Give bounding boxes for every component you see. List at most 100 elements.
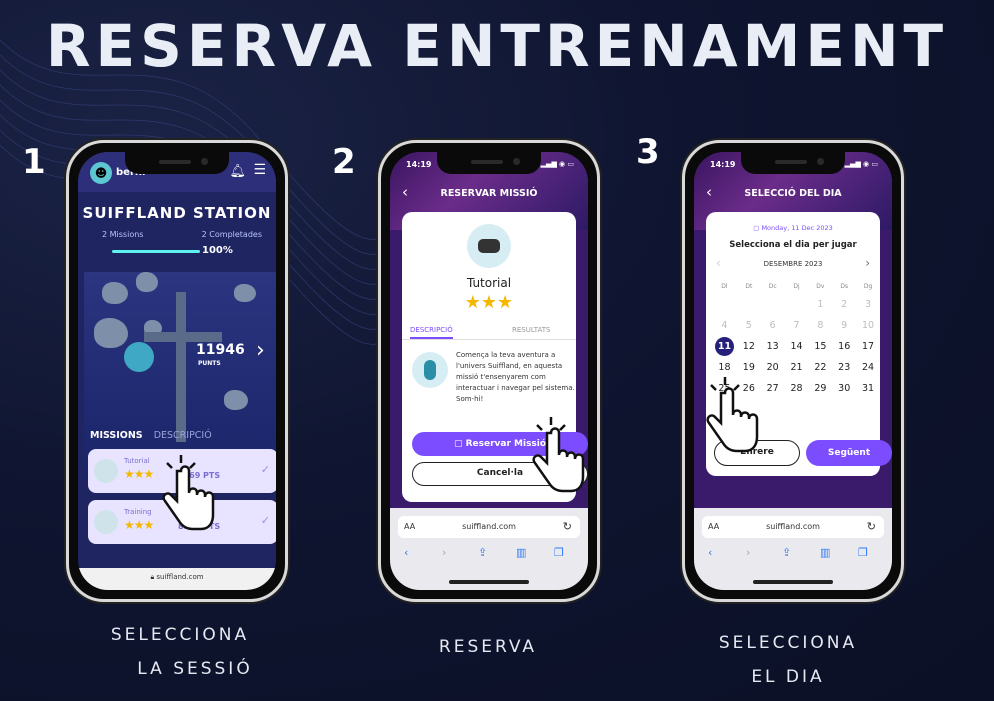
calendar-day[interactable]: 10 xyxy=(856,315,880,336)
phone-1: ☻ berni 🔔︎ ☰ SUIFFLAND STATION 2 Mission… xyxy=(66,140,288,602)
status-icons: ▂▄▆ ◉ ▭ xyxy=(844,160,878,168)
mission-title: Tutorial xyxy=(466,276,512,290)
pointer-hand-icon xyxy=(162,455,215,531)
calendar-day[interactable]: 31 xyxy=(856,378,880,399)
reload-icon[interactable]: ↻ xyxy=(563,520,572,533)
tab-missions[interactable]: MISSIONS xyxy=(90,430,143,441)
bell-icon[interactable]: 🔔︎ xyxy=(229,164,246,179)
runner-icon xyxy=(94,510,118,534)
calendar-day[interactable]: 14 xyxy=(785,336,809,357)
tabs-icon[interactable]: ❐ xyxy=(858,546,868,559)
calendar-day[interactable]: 3 xyxy=(856,294,880,315)
mission-description: Comença la teva aventura a l'univers Sui… xyxy=(456,351,575,403)
calendar-day[interactable]: 20 xyxy=(761,357,785,378)
address-bar[interactable]: AA suiffland.com ↻ xyxy=(398,516,580,538)
calendar-day[interactable]: 30 xyxy=(832,378,856,399)
tab-results[interactable]: RESULTATS xyxy=(512,326,551,334)
calendar-day[interactable]: 15 xyxy=(808,336,832,357)
completed-count: 2 Completades xyxy=(201,230,262,239)
user-avatar[interactable]: ☻ xyxy=(90,162,112,184)
selected-date-text: Monday, 11 Dec 2023 xyxy=(761,224,833,232)
tabs-icon[interactable]: ❐ xyxy=(554,546,564,559)
pointer-hand-icon xyxy=(706,377,759,453)
url-bar[interactable]: 🔒︎ suiffland.com xyxy=(78,568,276,590)
step-number-3: 3 xyxy=(636,132,660,172)
url-text: suiffland.com xyxy=(766,522,820,531)
asteroid xyxy=(94,318,128,348)
step-1-caption: SELECCIONA LA SESSIÓ xyxy=(80,618,280,686)
calendar-day[interactable]: 2 xyxy=(832,294,856,315)
phone-3: 14:19 ▂▄▆ ◉ ▭ ‹ SELECCIÓ DEL DIA ▢ Monda… xyxy=(682,140,904,602)
check-icon: ✓ xyxy=(260,463,270,476)
calendar-day[interactable]: 5 xyxy=(737,315,761,336)
selected-date: ▢ Monday, 11 Dec 2023 xyxy=(753,224,833,232)
poster: RESERVA ENTRENAMENT 1 2 3 ☻ berni 🔔︎ ☰ S… xyxy=(0,0,994,701)
mission-name: Tutorial xyxy=(124,457,150,465)
tab-description[interactable]: DESCRIPCIÓ xyxy=(154,430,212,441)
caption-line: LA SESSIÓ xyxy=(137,659,253,679)
calendar-day[interactable]: 11 xyxy=(712,336,737,357)
calendar-month: DESEMBRE 2023 xyxy=(763,260,823,268)
calendar-day[interactable]: 1 xyxy=(808,294,832,315)
next-button[interactable]: Següent xyxy=(806,440,892,466)
calendar-day[interactable]: 8 xyxy=(808,315,832,336)
menu-icon[interactable]: ☰ xyxy=(253,162,266,178)
calendar-day[interactable]: 9 xyxy=(832,315,856,336)
asteroid xyxy=(136,272,158,292)
reload-icon[interactable]: ↻ xyxy=(867,520,876,533)
calendar-day[interactable]: 27 xyxy=(761,378,785,399)
weekday-label: Ds xyxy=(840,282,849,290)
bookmarks-icon[interactable]: ▥ xyxy=(820,546,830,559)
calendar-day[interactable]: 28 xyxy=(785,378,809,399)
next-month-icon[interactable]: › xyxy=(865,256,870,270)
back-icon[interactable]: ‹ xyxy=(708,546,712,559)
player-avatar xyxy=(124,342,154,372)
forward-icon[interactable]: › xyxy=(442,546,446,559)
station-arm xyxy=(144,332,222,342)
points-label: PUNTS xyxy=(198,360,221,367)
points-value: 11946 xyxy=(196,342,245,358)
chevron-right-icon[interactable]: › xyxy=(256,338,265,363)
weekday-label: Dl xyxy=(721,282,728,290)
calendar-day[interactable]: 29 xyxy=(808,378,832,399)
tab-description[interactable]: DESCRIPCIÓ xyxy=(410,326,453,339)
calendar-day[interactable]: 23 xyxy=(832,357,856,378)
calendar-day[interactable]: 24 xyxy=(856,357,880,378)
calendar-empty xyxy=(761,294,785,315)
calendar-day[interactable]: 4 xyxy=(712,315,737,336)
home-indicator xyxy=(449,580,529,584)
calendar-day[interactable]: 17 xyxy=(856,336,880,357)
url-text: suiffland.com xyxy=(462,522,516,531)
address-bar[interactable]: AA suiffland.com ↻ xyxy=(702,516,884,538)
calendar-empty xyxy=(712,294,737,315)
weekday-label: Dt xyxy=(745,282,753,290)
mission-stars: ★★★ xyxy=(464,292,514,313)
runner-icon xyxy=(412,352,448,388)
asteroid xyxy=(102,282,128,304)
calendar-day[interactable]: 22 xyxy=(808,357,832,378)
calendar-day[interactable]: 21 xyxy=(785,357,809,378)
share-icon[interactable]: ⇪ xyxy=(478,546,487,559)
calendar-day[interactable]: 16 xyxy=(832,336,856,357)
step-number-2: 2 xyxy=(332,142,356,182)
calendar-day[interactable]: 13 xyxy=(761,336,785,357)
calendar-day[interactable]: 7 xyxy=(785,315,809,336)
browser-nav: ‹ › ⇪ ▥ ❐ xyxy=(694,546,892,562)
check-icon: ✓ xyxy=(260,514,270,527)
home-indicator xyxy=(753,580,833,584)
status-time: 14:19 xyxy=(710,160,736,169)
back-icon[interactable]: ‹ xyxy=(404,546,408,559)
forward-icon[interactable]: › xyxy=(746,546,750,559)
phone-3-screen: 14:19 ▂▄▆ ◉ ▭ ‹ SELECCIÓ DEL DIA ▢ Monda… xyxy=(694,152,892,590)
station-title: SUIFFLAND STATION xyxy=(82,204,272,222)
calendar-day[interactable]: 12 xyxy=(737,336,761,357)
caption-line: RESERVA xyxy=(438,637,538,657)
caption-line: SELECCIONA xyxy=(718,633,858,653)
safari-toolbar: AA suiffland.com ↻ ‹ › ⇪ ▥ ❐ xyxy=(390,508,588,590)
calendar-empty xyxy=(737,294,761,315)
share-icon[interactable]: ⇪ xyxy=(782,546,791,559)
weekday-label: Dc xyxy=(768,282,777,290)
bookmarks-icon[interactable]: ▥ xyxy=(516,546,526,559)
calendar-day[interactable]: 6 xyxy=(761,315,785,336)
missions-count: 2 Missions xyxy=(102,230,144,239)
